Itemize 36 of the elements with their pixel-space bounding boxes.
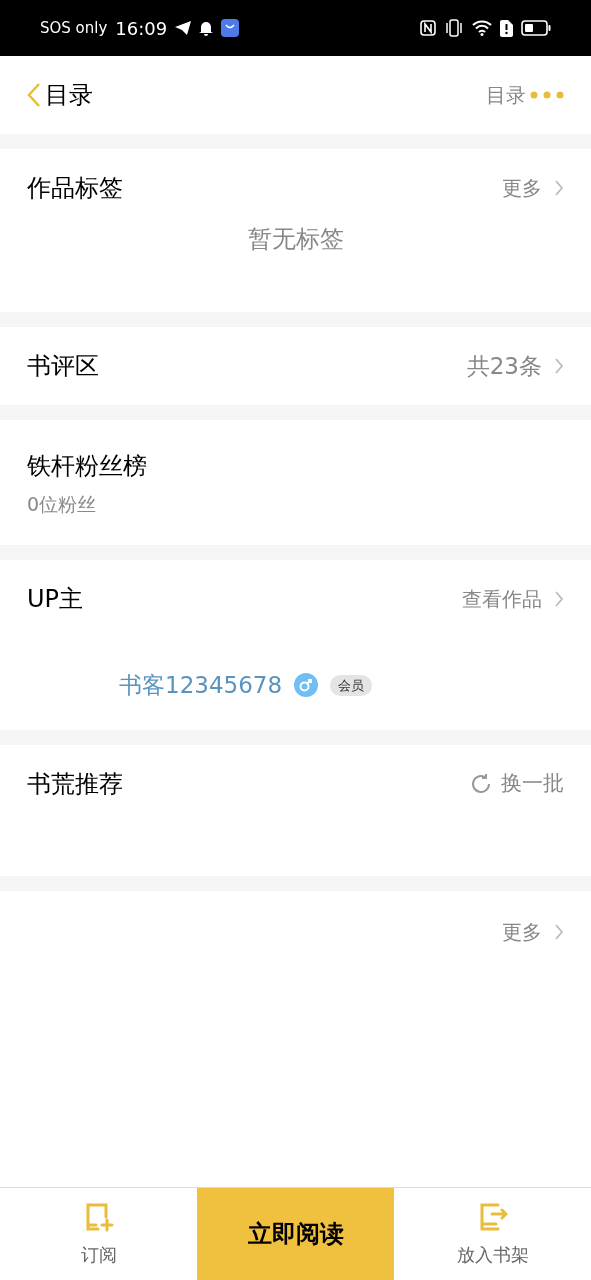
wifi-icon	[472, 20, 492, 36]
section-title: 铁杆粉丝榜	[27, 451, 148, 482]
catalog-link[interactable]: 目录	[486, 80, 526, 110]
page-title: 目录	[45, 80, 93, 111]
more-link[interactable]: 更多	[502, 173, 564, 203]
fan-count: 0位粉丝	[27, 492, 98, 517]
add-to-shelf-button[interactable]: 放入书架	[394, 1188, 591, 1280]
subscribe-button[interactable]: 订阅	[0, 1188, 197, 1280]
refresh-button[interactable]: 换一批	[469, 768, 564, 800]
vibrate-icon	[444, 19, 464, 37]
uploader-name[interactable]: 书客12345678	[119, 668, 283, 703]
carrier-text: SOS only	[40, 17, 108, 39]
more-link[interactable]: 共23条	[466, 348, 564, 384]
send-icon	[175, 21, 192, 35]
refresh-icon	[469, 772, 493, 796]
section-title: 作品标签	[27, 173, 123, 204]
chevron-right-icon	[554, 923, 564, 941]
section-title: 书评区	[27, 351, 99, 382]
chevron-right-icon	[554, 590, 564, 608]
read-now-button[interactable]: 立即阅读	[197, 1188, 394, 1280]
back-icon[interactable]	[27, 82, 41, 108]
chevron-right-icon	[554, 357, 564, 375]
battery-icon	[521, 20, 551, 36]
bell-icon	[199, 20, 214, 36]
clock-text: 16:09	[115, 16, 168, 41]
chevron-right-icon	[554, 179, 564, 197]
more-options-icon[interactable]	[530, 91, 564, 99]
more-link[interactable]: 查看作品	[462, 584, 564, 614]
more-link[interactable]: 更多	[502, 917, 564, 947]
empty-tags-text: 暂无标签	[246, 224, 345, 255]
section-title: 书荒推荐	[27, 769, 123, 800]
section-title: UP主	[27, 584, 84, 615]
nfc-icon	[420, 20, 436, 36]
sim-alert-icon	[500, 19, 513, 37]
member-badge: 会员	[330, 674, 373, 696]
app-icon	[221, 19, 240, 37]
